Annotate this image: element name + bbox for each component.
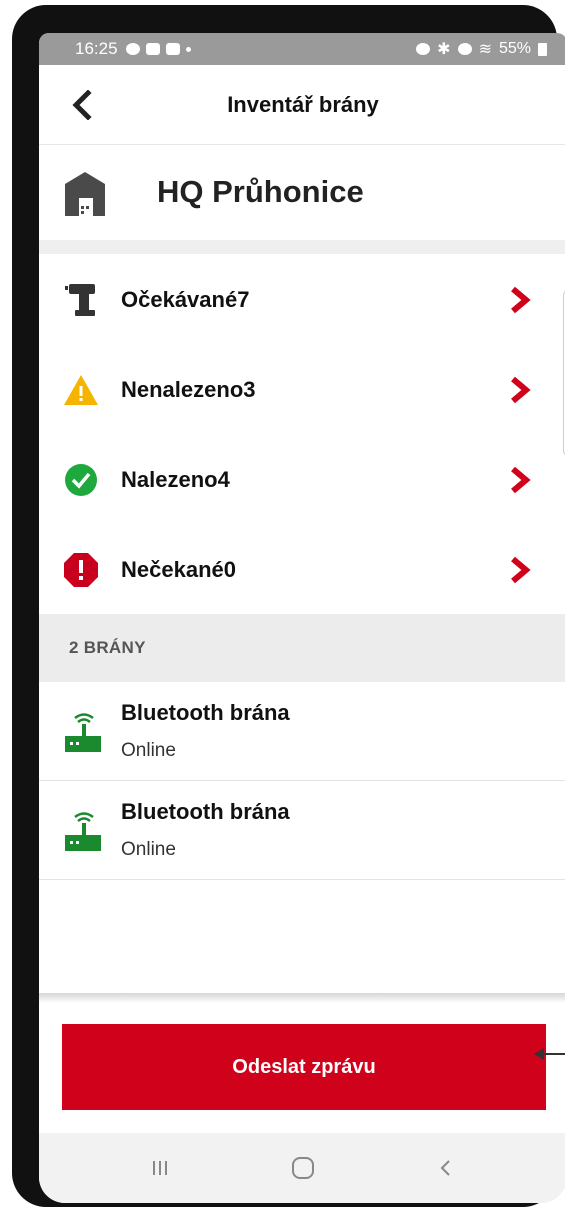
site-name: HQ Průhonice	[157, 174, 364, 209]
facebook-icon	[125, 43, 140, 55]
back-button[interactable]	[67, 89, 97, 121]
app-header: Inventář brány	[39, 65, 565, 145]
app-screen: 16:25 ✱ ≋ 55% Inventář brány HQ Průhonic…	[39, 33, 565, 1203]
status-row-found[interactable]: Nalezeno4	[39, 434, 565, 526]
section-divider	[39, 240, 565, 254]
gateway-status: Online	[121, 740, 176, 761]
chevron-right-icon	[511, 556, 531, 584]
gateway-name: Bluetooth brána	[121, 700, 290, 725]
stop-alert-icon	[64, 553, 98, 587]
chevron-right-icon	[511, 466, 531, 494]
warning-icon	[64, 375, 98, 405]
status-bar: 16:25 ✱ ≋ 55%	[39, 33, 565, 65]
mail-icon	[165, 43, 180, 55]
phone-frame: 16:25 ✱ ≋ 55% Inventář brány HQ Průhonic…	[12, 5, 565, 1207]
system-nav-bar	[39, 1133, 565, 1203]
chevron-right-icon	[511, 376, 531, 404]
home-icon	[291, 1157, 314, 1179]
bluetooth-icon: ✱	[437, 41, 451, 58]
status-label: Očekávané7	[121, 287, 250, 312]
pointer-arrow-icon	[534, 1048, 565, 1060]
location-icon	[457, 43, 472, 55]
footer-divider	[39, 993, 565, 1003]
alarm-icon	[416, 43, 431, 55]
gateway-icon	[65, 812, 101, 851]
page-title: Inventář brány	[227, 91, 379, 117]
status-row-unexpected[interactable]: Nečekané0	[39, 524, 565, 616]
system-icons: ✱ ≋ 55%	[416, 39, 547, 59]
gateway-item[interactable]: Bluetooth brána Online	[39, 781, 565, 880]
gateway-status: Online	[121, 839, 176, 860]
status-label: Nečekané0	[121, 557, 236, 582]
battery-icon	[538, 42, 547, 56]
status-label: Nenalezeno3	[121, 377, 256, 402]
back-icon	[440, 1160, 450, 1176]
warehouse-icon	[65, 172, 105, 216]
chevron-left-icon	[72, 90, 92, 120]
gateway-icon	[65, 713, 101, 752]
gateway-name: Bluetooth brána	[121, 799, 290, 824]
status-row-not-found[interactable]: Nenalezeno3	[39, 344, 565, 436]
more-notifications-icon	[185, 46, 191, 52]
home-button[interactable]	[283, 1148, 323, 1188]
site-header: HQ Průhonice	[39, 146, 565, 240]
check-icon	[65, 464, 97, 496]
gateways-section-title: 2 BRÁNY	[39, 614, 565, 682]
send-message-button[interactable]: Odeslat zprávu	[62, 1024, 546, 1110]
drill-icon	[65, 284, 95, 316]
status-label: Nalezeno4	[121, 467, 230, 492]
recent-apps-button[interactable]	[140, 1148, 180, 1188]
news-icon	[145, 43, 160, 55]
notification-icons	[125, 43, 191, 55]
status-row-expected[interactable]: Očekávané7	[39, 254, 565, 346]
gateway-item[interactable]: Bluetooth brána Online	[39, 682, 565, 781]
system-back-button[interactable]	[426, 1148, 466, 1188]
chevron-right-icon	[511, 286, 531, 314]
battery-level: 55%	[498, 40, 531, 57]
wifi-signal-icon: ≋	[478, 41, 492, 58]
status-time: 16:25	[75, 39, 118, 58]
recent-apps-icon	[153, 1161, 168, 1175]
